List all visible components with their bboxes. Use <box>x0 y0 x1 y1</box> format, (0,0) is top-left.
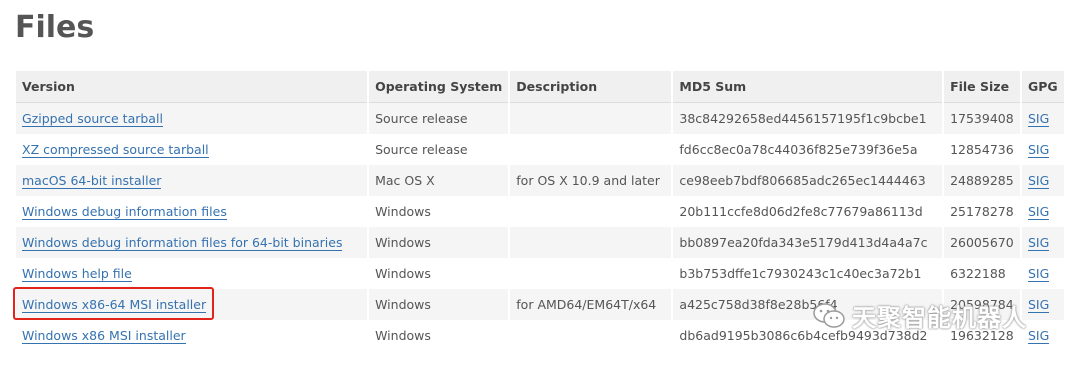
sig-link[interactable]: SIG <box>1028 266 1050 282</box>
size-cell: 24889285 <box>944 165 1020 196</box>
header-version: Version <box>16 71 368 103</box>
header-gpg: GPG <box>1022 71 1064 103</box>
sig-link[interactable]: SIG <box>1028 297 1050 313</box>
header-description: Description <box>510 71 672 103</box>
sig-link[interactable]: SIG <box>1028 204 1050 220</box>
size-cell: 25178278 <box>944 196 1020 227</box>
md5-cell: 38c84292658ed4456157195f1c9bcbe1 <box>673 103 943 134</box>
os-cell: Mac OS X <box>369 165 509 196</box>
sig-link[interactable]: SIG <box>1028 142 1050 158</box>
os-cell: Source release <box>369 134 509 165</box>
os-cell: Source release <box>369 103 509 134</box>
download-link[interactable]: Gzipped source tarball <box>22 111 163 127</box>
table-row: macOS 64-bit installer Mac OS X for OS X… <box>16 165 1064 196</box>
download-link[interactable]: XZ compressed source tarball <box>22 142 209 158</box>
watermark-text: 天聚智能机器人 <box>852 304 1027 332</box>
header-os: Operating System <box>369 71 509 103</box>
sig-link[interactable]: SIG <box>1028 173 1050 189</box>
header-md5: MD5 Sum <box>673 71 943 103</box>
description-cell: for AMD64/EM64T/x64 <box>510 289 672 320</box>
sig-link[interactable]: SIG <box>1028 111 1050 127</box>
table-row: Windows debug information files for 64-b… <box>16 227 1064 258</box>
md5-cell: b3b753dffe1c7930243c1c40ec3a72b1 <box>673 258 943 289</box>
os-cell: Windows <box>369 196 509 227</box>
table-header-row: Version Operating System Description MD5… <box>16 71 1064 103</box>
description-cell <box>510 196 672 227</box>
os-cell: Windows <box>369 320 509 351</box>
description-cell <box>510 134 672 165</box>
description-cell: for OS X 10.9 and later <box>510 165 672 196</box>
description-cell <box>510 227 672 258</box>
size-cell: 26005670 <box>944 227 1020 258</box>
os-cell: Windows <box>369 258 509 289</box>
md5-cell: fd6cc8ec0a78c44036f825e739f36e5a <box>673 134 943 165</box>
description-cell <box>510 103 672 134</box>
md5-cell: ce98eeb7bdf806685adc265ec1444463 <box>673 165 943 196</box>
md5-cell: bb0897ea20fda343e5179d413d4a4a7c <box>673 227 943 258</box>
download-link[interactable]: Windows debug information files for 64-b… <box>22 235 343 251</box>
sig-link[interactable]: SIG <box>1028 235 1050 251</box>
page-title: Files <box>15 10 95 45</box>
highlight-box <box>13 287 214 320</box>
table-row: XZ compressed source tarball Source rele… <box>16 134 1064 165</box>
table-row: Windows help file Windows b3b753dffe1c79… <box>16 258 1064 289</box>
sig-link[interactable]: SIG <box>1028 328 1050 344</box>
table-row: Windows debug information files Windows … <box>16 196 1064 227</box>
download-link[interactable]: Windows help file <box>22 266 132 282</box>
os-cell: Windows <box>369 289 509 320</box>
size-cell: 12854736 <box>944 134 1020 165</box>
header-size: File Size <box>944 71 1020 103</box>
wechat-icon <box>812 301 846 331</box>
download-link[interactable]: macOS 64-bit installer <box>22 173 162 189</box>
description-cell <box>510 258 672 289</box>
size-cell: 6322188 <box>944 258 1020 289</box>
size-cell: 17539408 <box>944 103 1020 134</box>
watermark: 天聚智能机器人 <box>812 298 1027 333</box>
md5-cell: 20b111ccfe8d06d2fe8c77679a86113d <box>673 196 943 227</box>
os-cell: Windows <box>369 227 509 258</box>
description-cell <box>510 320 672 351</box>
download-link[interactable]: Windows debug information files <box>22 204 227 220</box>
table-row: Gzipped source tarball Source release 38… <box>16 103 1064 134</box>
download-link[interactable]: Windows x86 MSI installer <box>22 328 186 344</box>
